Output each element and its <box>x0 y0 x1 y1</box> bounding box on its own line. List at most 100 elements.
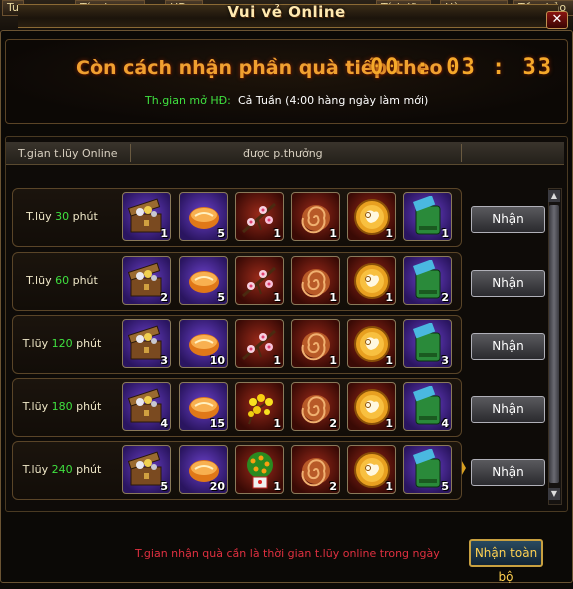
item-quantity: 2 <box>329 417 337 430</box>
item-quantity: 10 <box>209 354 225 367</box>
reward-slot[interactable]: 5 <box>122 445 171 494</box>
item-quantity: 1 <box>385 417 393 430</box>
reward-slot[interactable]: 10 <box>179 319 228 368</box>
reward-slot[interactable]: 1 <box>235 192 284 241</box>
column-divider <box>130 144 131 162</box>
reward-slot[interactable]: 2 <box>291 445 340 494</box>
tier-unit: phút <box>72 274 98 287</box>
reward-slot[interactable]: 1 <box>347 445 396 494</box>
close-icon: ✕ <box>551 12 563 27</box>
reward-slot[interactable]: 1 <box>403 192 452 241</box>
arrow-down-icon: ▼ <box>550 489 558 498</box>
item-quantity: 20 <box>209 480 225 493</box>
item-quantity: 5 <box>441 480 449 493</box>
item-quantity: 2 <box>329 480 337 493</box>
reward-slot[interactable]: 1 <box>347 319 396 368</box>
item-quantity: 1 <box>160 227 168 240</box>
tier-prefix: T.lũy <box>22 463 49 476</box>
reward-slot[interactable]: 1 <box>235 382 284 431</box>
tier-unit: phút <box>76 337 102 350</box>
reward-slot[interactable]: 5 <box>403 445 452 494</box>
reward-slot[interactable]: 1 <box>291 192 340 241</box>
item-quantity: 1 <box>273 480 281 493</box>
claim-button[interactable]: Nhận <box>471 270 545 297</box>
reward-slot[interactable]: 5 <box>179 192 228 241</box>
item-quantity: 1 <box>273 354 281 367</box>
reward-slot[interactable]: 1 <box>347 382 396 431</box>
item-quantity: 1 <box>329 291 337 304</box>
claim-all-button[interactable]: Nhận toàn bộ <box>469 539 543 584</box>
item-quantity: 1 <box>273 417 281 430</box>
event-time-value: Cả Tuần (4:00 hàng ngày làm mới) <box>238 94 429 107</box>
tier-label: T.lũy 180 phút <box>12 400 112 413</box>
tier-label: T.lũy 120 phút <box>12 337 112 350</box>
reward-slot[interactable]: 1 <box>122 192 171 241</box>
item-quantity: 15 <box>209 417 225 430</box>
scroll-up-button[interactable]: ▲ <box>548 190 560 202</box>
arrow-up-icon: ▲ <box>550 191 558 200</box>
reward-slot[interactable]: 1 <box>291 256 340 305</box>
reward-slot[interactable]: 20 <box>179 445 228 494</box>
reward-slot[interactable]: 1 <box>347 192 396 241</box>
claim-button[interactable]: Nhận <box>471 396 545 423</box>
tier-unit: phút <box>72 210 98 223</box>
claim-button[interactable]: Nhận <box>471 459 545 486</box>
item-quantity: 2 <box>441 291 449 304</box>
item-quantity: 2 <box>160 291 168 304</box>
tier-minutes: 30 <box>55 210 70 223</box>
reward-slot[interactable]: 4 <box>403 382 452 431</box>
tier-minutes: 180 <box>51 400 73 413</box>
item-quantity: 1 <box>385 354 393 367</box>
reward-slot[interactable]: 2 <box>291 382 340 431</box>
scrollbar-thumb[interactable] <box>549 205 559 483</box>
reward-slot[interactable]: 1 <box>347 256 396 305</box>
tier-prefix: T.lũy <box>22 400 49 413</box>
scroll-down-button[interactable]: ▼ <box>548 488 560 500</box>
claim-button[interactable]: Nhận <box>471 333 545 360</box>
reward-slot[interactable]: 15 <box>179 382 228 431</box>
item-quantity: 1 <box>385 480 393 493</box>
reward-slot[interactable]: 1 <box>291 319 340 368</box>
item-quantity: 1 <box>329 354 337 367</box>
item-quantity: 4 <box>441 417 449 430</box>
item-quantity: 5 <box>160 480 168 493</box>
reward-slot[interactable]: 1 <box>235 445 284 494</box>
tier-unit: phút <box>76 463 102 476</box>
footer-note: T.gian nhận quà cần là thời gian t.lũy o… <box>135 547 440 560</box>
item-quantity: 1 <box>273 227 281 240</box>
item-quantity: 1 <box>385 291 393 304</box>
column-header-time: T.gian t.lũy Online <box>18 147 118 160</box>
item-quantity: 1 <box>329 227 337 240</box>
reward-slot[interactable]: 3 <box>122 319 171 368</box>
reward-slot[interactable]: 1 <box>235 256 284 305</box>
item-quantity: 3 <box>160 354 168 367</box>
item-quantity: 3 <box>441 354 449 367</box>
item-quantity: 1 <box>385 227 393 240</box>
tier-prefix: T.lũy <box>26 210 52 223</box>
tier-minutes: 60 <box>55 274 70 287</box>
item-quantity: 1 <box>273 291 281 304</box>
reward-slot[interactable]: 3 <box>403 319 452 368</box>
tier-label: T.lũy 240 phút <box>12 463 112 476</box>
reward-slot[interactable]: 1 <box>235 319 284 368</box>
column-divider <box>461 144 462 162</box>
reward-slot[interactable]: 5 <box>179 256 228 305</box>
column-header-reward: được p.thưởng <box>243 147 323 160</box>
reward-slot[interactable]: 2 <box>403 256 452 305</box>
tier-label: T.lũy 30 phút <box>12 210 112 223</box>
reward-slot[interactable]: 4 <box>122 382 171 431</box>
tier-prefix: T.lũy <box>26 274 52 287</box>
countdown-timer: 00 : 03 : 33 <box>370 55 553 80</box>
event-time-label: Th.gian mở HĐ: <box>145 94 231 107</box>
tier-minutes: 120 <box>51 337 73 350</box>
tier-unit: phút <box>76 400 102 413</box>
tier-minutes: 240 <box>51 463 73 476</box>
reward-slot[interactable]: 2 <box>122 256 171 305</box>
close-button[interactable]: ✕ <box>546 11 568 29</box>
item-quantity: 1 <box>441 227 449 240</box>
item-quantity: 5 <box>217 291 225 304</box>
tier-prefix: T.lũy <box>22 337 49 350</box>
item-quantity: 4 <box>160 417 168 430</box>
claim-button[interactable]: Nhận <box>471 206 545 233</box>
item-quantity: 5 <box>217 227 225 240</box>
